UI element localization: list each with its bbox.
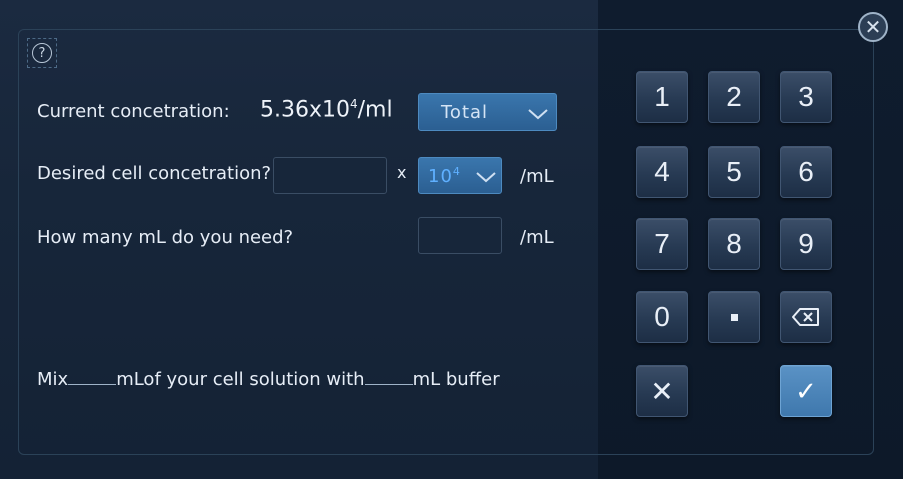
key-8[interactable]: 8 — [708, 218, 760, 270]
clear-button[interactable]: ✕ — [636, 365, 688, 417]
times-symbol: x — [397, 163, 407, 182]
cell-volume-blank — [68, 368, 117, 385]
backspace-icon — [792, 308, 819, 326]
chevron-down-icon — [528, 109, 548, 120]
close-icon: ✕ — [864, 15, 882, 39]
current-concentration-label: Current concetration: — [37, 101, 230, 122]
concentration-type-dropdown[interactable]: Total — [418, 93, 557, 131]
volume-unit-label: /mL — [520, 227, 554, 248]
confirm-button[interactable]: ✓ — [780, 365, 832, 417]
volume-needed-label: How many mL do you need? — [37, 227, 294, 248]
key-0[interactable]: 0 — [636, 291, 688, 343]
key-backspace[interactable] — [780, 291, 832, 343]
exponent-dropdown[interactable]: 104 — [418, 157, 502, 194]
desired-concentration-input[interactable] — [273, 157, 387, 194]
key-3[interactable]: 3 — [780, 71, 832, 123]
buffer-volume-blank — [364, 368, 413, 385]
key-7[interactable]: 7 — [636, 218, 688, 270]
volume-needed-input[interactable] — [418, 217, 502, 254]
concentration-type-selected: Total — [441, 101, 489, 123]
exponent-selected: 104 — [428, 164, 461, 187]
chevron-down-icon — [476, 172, 496, 183]
key-5[interactable]: 5 — [708, 146, 760, 198]
desired-unit-label: /mL — [520, 166, 554, 187]
mix-instruction: Mix mLof your cell solution with mL buffer — [37, 368, 500, 390]
key-2[interactable]: 2 — [708, 71, 760, 123]
concentration-dialog: ✕ ? Current concetration: 5.36x104/ml To… — [0, 0, 903, 479]
close-button[interactable]: ✕ — [858, 12, 888, 42]
desired-concentration-label: Desired cell concetration? — [37, 163, 272, 184]
clear-icon: ✕ — [650, 375, 674, 407]
help-button[interactable]: ? — [27, 38, 57, 68]
key-4[interactable]: 4 — [636, 146, 688, 198]
key-9[interactable]: 9 — [780, 218, 832, 270]
key-1[interactable]: 1 — [636, 71, 688, 123]
current-concentration-value: 5.36x104/ml — [260, 97, 393, 123]
key-decimal-point[interactable] — [708, 291, 760, 343]
decimal-point-icon — [730, 313, 738, 321]
checkmark-icon: ✓ — [795, 375, 817, 406]
key-6[interactable]: 6 — [780, 146, 832, 198]
help-icon: ? — [32, 43, 52, 63]
